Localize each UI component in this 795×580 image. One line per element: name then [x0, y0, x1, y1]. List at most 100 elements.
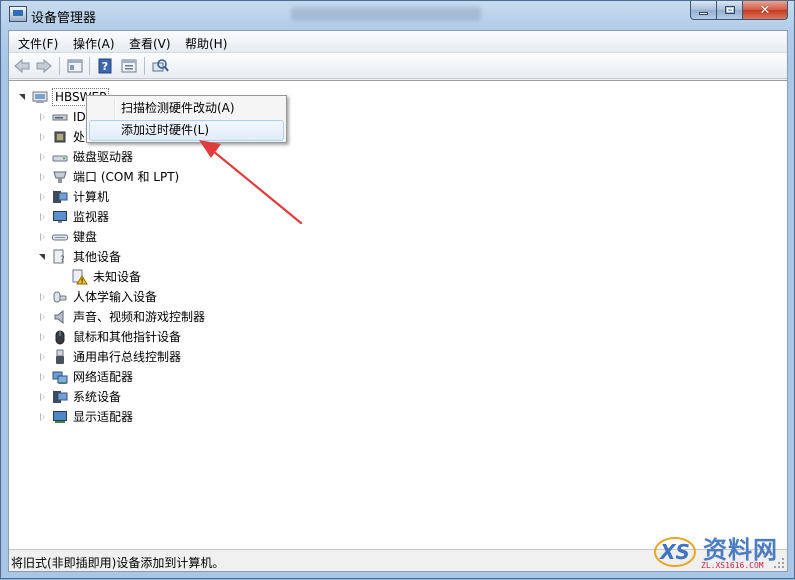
status-text: 将旧式(非即插即用)设备添加到计算机。	[11, 556, 225, 570]
network-adapter-icon	[52, 369, 68, 385]
expand-toggle[interactable]	[39, 313, 47, 321]
expand-toggle[interactable]	[39, 153, 47, 161]
tree-node-label: ID	[73, 110, 86, 124]
display-adapter-icon	[52, 409, 68, 425]
tree-node-ports[interactable]: 端口 (COM 和 LPT)	[39, 168, 180, 186]
menu-view[interactable]: 查看(V)	[129, 35, 171, 52]
properties-icon[interactable]	[66, 57, 84, 75]
tree-node-label: 计算机	[73, 190, 110, 204]
blurred-title-area	[291, 7, 481, 21]
svg-text:?: ?	[60, 255, 65, 265]
tree-node-label: 系统设备	[73, 390, 122, 404]
tree-node-other-devices[interactable]: ? 其他设备	[39, 248, 122, 266]
tree-node-label: 通用串行总线控制器	[73, 350, 182, 364]
tree-node-label: 人体学输入设备	[73, 290, 158, 304]
tree-node-processor[interactable]: 处	[39, 128, 86, 146]
svg-text:?: ?	[102, 60, 108, 73]
tree-node-label: 处	[73, 130, 86, 144]
tree-node-sound[interactable]: 声音、视频和游戏控制器	[39, 308, 206, 326]
tree-node-keyboards[interactable]: 键盘	[39, 228, 98, 246]
tree-node-label: 监视器	[73, 210, 110, 224]
tree-node-mice[interactable]: 鼠标和其他指针设备	[39, 328, 182, 346]
toolbar-separator	[59, 57, 60, 75]
unknown-device-warning-icon	[72, 269, 88, 285]
tree-node-system[interactable]: 系统设备	[39, 388, 122, 406]
device-manager-icon	[9, 6, 27, 22]
tree-node-computer[interactable]: 计算机	[39, 188, 110, 206]
computer-root-icon	[32, 89, 48, 105]
context-menu: 扫描检测硬件改动(A) 添加过时硬件(L)	[86, 95, 287, 143]
help-icon[interactable]: ?	[96, 57, 114, 75]
menu-item-add-legacy-hardware[interactable]: 添加过时硬件(L)	[89, 120, 284, 141]
tree-node-disk-drives[interactable]: 磁盘驱动器	[39, 148, 134, 166]
device-manager-window: 设备管理器 ✕ 文件(F) 操作(A) 查看(V) 帮助(H) ? HBSWEP…	[0, 0, 795, 579]
tree-node-unknown-device[interactable]: 未知设备	[72, 268, 142, 286]
minimize-icon	[699, 11, 708, 15]
system-device-icon	[52, 389, 68, 405]
toolbar-separator	[89, 57, 90, 75]
tree-node-label: 显示适配器	[73, 410, 134, 424]
toolbar: ?	[9, 53, 787, 79]
tree-node-label: 键盘	[73, 230, 98, 244]
tree-node-label: 未知设备	[93, 270, 142, 284]
tree-node-usb[interactable]: 通用串行总线控制器	[39, 348, 182, 366]
back-arrow-icon[interactable]	[13, 57, 31, 75]
close-icon: ✕	[759, 2, 771, 18]
port-icon	[52, 169, 68, 185]
maximize-icon	[724, 6, 735, 14]
watermark-subtitle: ZL.XS1616.COM	[701, 561, 764, 570]
other-devices-icon: ?	[52, 249, 68, 265]
maximize-button[interactable]	[717, 1, 743, 20]
title-bar[interactable]: 设备管理器 ✕	[1, 1, 794, 29]
expand-toggle[interactable]	[39, 353, 47, 361]
tree-node-label: 声音、视频和游戏控制器	[73, 310, 206, 324]
hid-icon	[52, 289, 68, 305]
tree-node-network[interactable]: 网络适配器	[39, 368, 134, 386]
device-tree[interactable]: HBSWEP ID 处 磁盘驱动器 端口 (COM 和 LPT) 计算机 监视器…	[9, 80, 787, 549]
usb-icon	[52, 349, 68, 365]
tree-node-ide[interactable]: ID	[39, 108, 87, 126]
expand-toggle[interactable]	[39, 393, 47, 401]
expand-toggle[interactable]	[39, 113, 47, 121]
collapse-toggle[interactable]	[39, 253, 47, 261]
expand-toggle[interactable]	[39, 413, 47, 421]
tree-node-label: 其他设备	[73, 250, 122, 264]
speaker-icon	[52, 309, 68, 325]
menu-file[interactable]: 文件(F)	[18, 35, 58, 52]
computer-icon	[52, 189, 68, 205]
expand-toggle[interactable]	[39, 213, 47, 221]
close-button[interactable]: ✕	[743, 1, 788, 20]
mouse-icon	[52, 329, 68, 345]
processor-icon	[52, 129, 68, 145]
keyboard-icon	[52, 229, 68, 245]
watermark-title: 资料网	[703, 536, 778, 564]
tree-node-label: 鼠标和其他指针设备	[73, 330, 182, 344]
tree-node-display[interactable]: 显示适配器	[39, 408, 134, 426]
tree-node-label: 端口 (COM 和 LPT)	[73, 170, 180, 184]
tree-node-label: 网络适配器	[73, 370, 134, 384]
monitor-icon	[52, 209, 68, 225]
tree-node-hid[interactable]: 人体学输入设备	[39, 288, 158, 306]
expand-toggle[interactable]	[39, 373, 47, 381]
minimize-button[interactable]	[690, 1, 717, 20]
menu-help[interactable]: 帮助(H)	[185, 35, 227, 52]
svg-text:XS: XS	[658, 540, 690, 564]
expand-toggle[interactable]	[19, 93, 27, 101]
expand-toggle[interactable]	[39, 173, 47, 181]
menu-item-scan-hardware[interactable]: 扫描检测硬件改动(A)	[89, 98, 284, 119]
expand-toggle[interactable]	[39, 233, 47, 241]
expand-toggle[interactable]	[39, 293, 47, 301]
update-driver-icon[interactable]	[120, 57, 138, 75]
toolbar-separator	[144, 57, 145, 75]
menu-action[interactable]: 操作(A)	[73, 35, 115, 52]
watermark: XS 资料网 ZL.XS1616.COM	[653, 530, 788, 574]
disk-drive-icon	[52, 149, 68, 165]
tree-node-label: 磁盘驱动器	[73, 150, 134, 164]
expand-toggle[interactable]	[39, 133, 47, 141]
watermark-logo: XS	[654, 537, 696, 567]
expand-toggle[interactable]	[39, 333, 47, 341]
scan-hardware-icon[interactable]	[151, 57, 169, 75]
forward-arrow-icon[interactable]	[35, 57, 53, 75]
tree-node-monitors[interactable]: 监视器	[39, 208, 110, 226]
expand-toggle[interactable]	[39, 193, 47, 201]
